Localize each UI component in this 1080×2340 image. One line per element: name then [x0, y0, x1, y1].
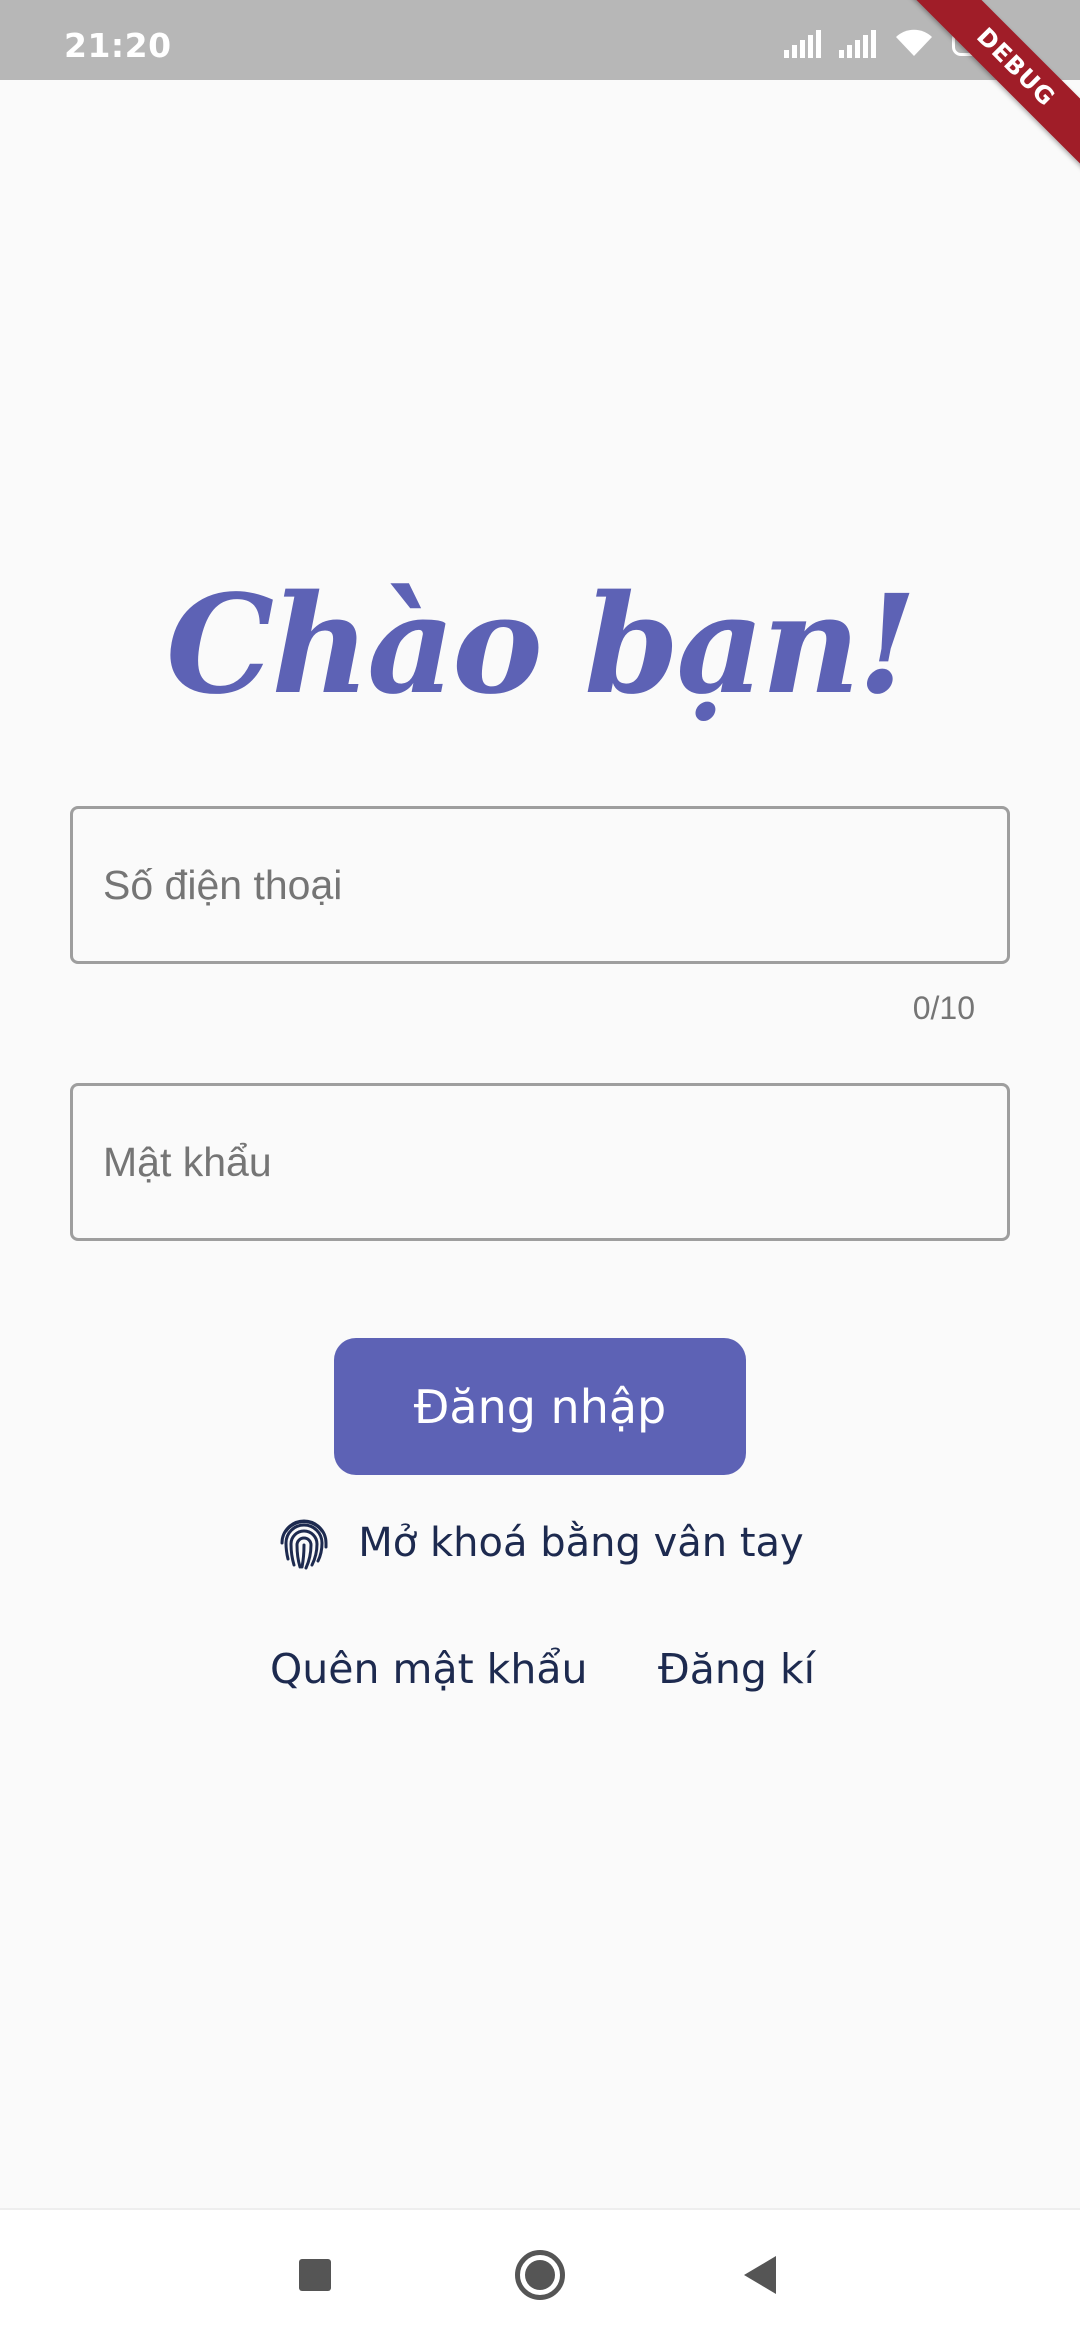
phone-char-counter: 0/10: [912, 990, 975, 1026]
signal-icon: [784, 30, 821, 58]
phone-field[interactable]: [70, 806, 1010, 964]
login-button[interactable]: Đăng nhập: [334, 1338, 746, 1475]
recent-apps-icon: [299, 2259, 331, 2291]
home-icon: [515, 2250, 565, 2300]
fingerprint-icon: [280, 1519, 328, 1570]
wifi-icon: [896, 29, 932, 56]
recent-apps-button[interactable]: [255, 2210, 375, 2340]
register-link[interactable]: Đăng kí: [658, 1645, 815, 1693]
greeting-title: Chào bạn!: [165, 565, 917, 725]
home-button[interactable]: [480, 2210, 600, 2340]
password-field[interactable]: [70, 1083, 1010, 1241]
password-input[interactable]: [73, 1086, 1007, 1238]
fingerprint-label: Mở khoá bằng vân tay: [358, 1520, 804, 1566]
forgot-password-link[interactable]: Quên mật khẩu: [270, 1645, 588, 1693]
navigation-bar: [0, 2208, 1080, 2340]
back-icon: [744, 2256, 776, 2294]
status-time: 21:20: [64, 26, 172, 65]
back-button[interactable]: [700, 2210, 820, 2340]
phone-input[interactable]: [73, 809, 1007, 961]
fingerprint-unlock-button[interactable]: Mở khoá bằng vân tay: [0, 1510, 1080, 1576]
signal-icon: [839, 30, 876, 58]
status-bar: 21:20 85: [0, 0, 1080, 80]
